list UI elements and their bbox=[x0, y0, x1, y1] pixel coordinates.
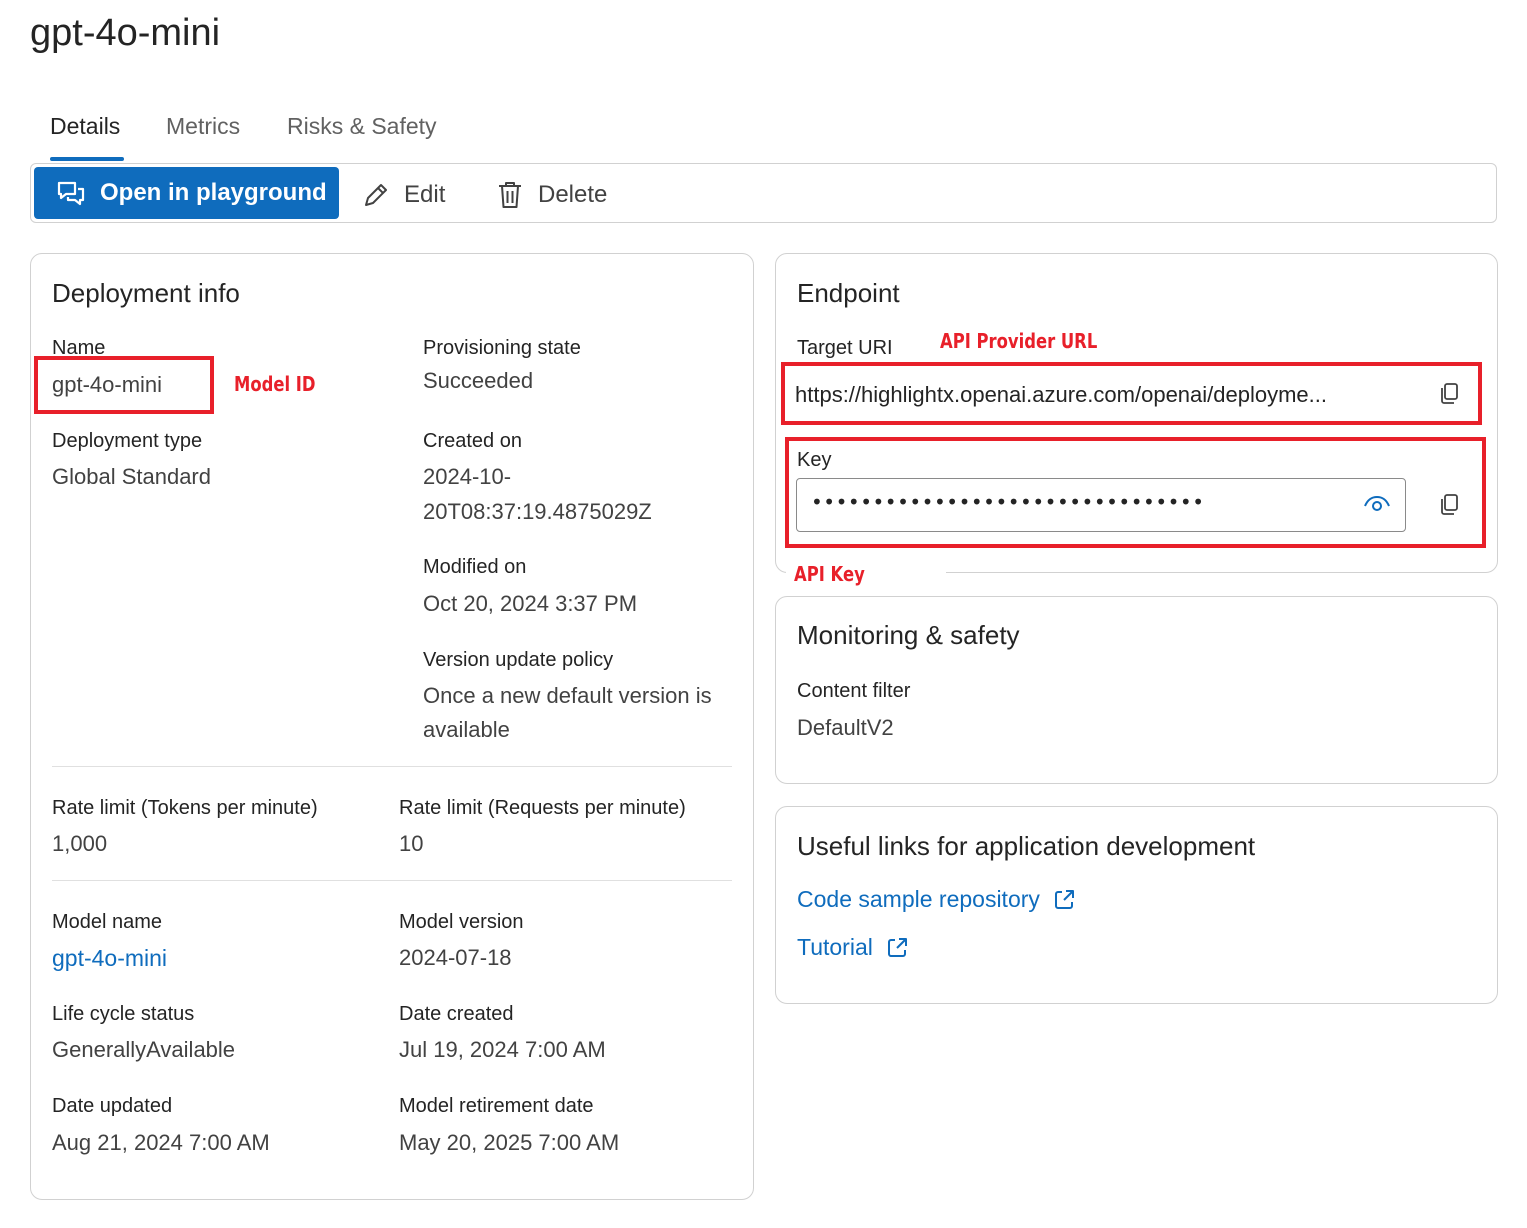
model-version-label: Model version bbox=[399, 911, 524, 933]
chat-icon bbox=[56, 180, 100, 206]
date-created-value: Jul 19, 2024 7:00 AM bbox=[399, 1037, 606, 1062]
open-in-playground-button[interactable]: Open in playground bbox=[34, 167, 339, 219]
page-title: gpt-4o-mini bbox=[30, 12, 221, 54]
target-uri-label: Target URI bbox=[797, 337, 893, 359]
date-created-label: Date created bbox=[399, 1003, 514, 1025]
model-version-value: 2024-07-18 bbox=[399, 945, 512, 970]
tpm-label: Rate limit (Tokens per minute) bbox=[52, 797, 318, 819]
deployment-type-value: Global Standard bbox=[52, 464, 211, 489]
lifecycle-status-label: Life cycle status bbox=[52, 1003, 195, 1025]
tab-details[interactable]: Details bbox=[50, 113, 120, 140]
useful-links-title: Useful links for application development bbox=[797, 831, 1256, 861]
monitoring-title: Monitoring & safety bbox=[797, 620, 1020, 650]
code-sample-link[interactable]: Code sample repository bbox=[797, 886, 1076, 913]
edit-label: Edit bbox=[404, 181, 446, 208]
lifecycle-status-value: GenerallyAvailable bbox=[52, 1037, 236, 1062]
deployment-type-label: Deployment type bbox=[52, 430, 203, 452]
tpm-value: 1,000 bbox=[52, 831, 108, 856]
content-filter-label: Content filter bbox=[797, 680, 911, 702]
tab-metrics[interactable]: Metrics bbox=[166, 113, 240, 140]
copy-icon bbox=[1439, 382, 1461, 406]
copy-icon bbox=[1439, 493, 1461, 517]
created-on-label: Created on bbox=[423, 430, 522, 452]
copy-uri-button[interactable] bbox=[1434, 378, 1466, 410]
version-update-policy-value-line2: available bbox=[423, 717, 510, 742]
retirement-date-label: Model retirement date bbox=[399, 1095, 594, 1117]
active-tab-indicator bbox=[50, 157, 124, 161]
date-updated-label: Date updated bbox=[52, 1095, 173, 1117]
key-label: Key bbox=[797, 449, 832, 471]
retirement-date-value: May 20, 2025 7:00 AM bbox=[399, 1130, 620, 1155]
deployment-info-title: Deployment info bbox=[52, 278, 240, 308]
eye-icon bbox=[1363, 494, 1391, 514]
divider bbox=[52, 880, 732, 881]
delete-button[interactable]: Delete bbox=[496, 175, 607, 215]
date-updated-value: Aug 21, 2024 7:00 AM bbox=[52, 1130, 270, 1155]
provisioning-state-label: Provisioning state bbox=[423, 337, 581, 359]
trash-icon bbox=[496, 180, 538, 210]
model-id-highlight bbox=[34, 356, 214, 414]
delete-label: Delete bbox=[538, 181, 608, 208]
version-update-policy-label: Version update policy bbox=[423, 649, 614, 671]
pencil-icon bbox=[362, 181, 404, 209]
provisioning-state-value: Succeeded bbox=[423, 368, 534, 393]
version-update-policy-value-line1: Once a new default version is bbox=[423, 683, 712, 708]
modified-on-value: Oct 20, 2024 3:37 PM bbox=[423, 591, 638, 616]
target-uri-value: https://highlightx.openai.azure.com/open… bbox=[795, 382, 1327, 407]
code-sample-label: Code sample repository bbox=[797, 886, 1040, 912]
modified-on-label: Modified on bbox=[423, 556, 527, 578]
divider bbox=[52, 766, 732, 767]
model-id-annotation: Model ID bbox=[234, 372, 316, 396]
rpm-value: 10 bbox=[399, 831, 424, 856]
model-name-link[interactable]: gpt-4o-mini bbox=[52, 941, 167, 975]
copy-key-button[interactable] bbox=[1434, 489, 1466, 521]
external-link-icon bbox=[885, 936, 909, 960]
model-name-label: Model name bbox=[52, 911, 163, 933]
endpoint-title: Endpoint bbox=[797, 278, 900, 308]
show-key-button[interactable] bbox=[1360, 489, 1394, 519]
created-on-value-line1: 2024-10- bbox=[423, 464, 512, 489]
api-provider-url-annotation: API Provider URL bbox=[940, 329, 1098, 353]
open-in-playground-label: Open in playground bbox=[100, 179, 327, 206]
tab-risks-safety[interactable]: Risks & Safety bbox=[287, 113, 437, 140]
created-on-value-line2: 20T08:37:19.4875029Z bbox=[423, 499, 652, 524]
content-filter-value: DefaultV2 bbox=[797, 715, 894, 740]
key-value: •••••••••••••••••••••••••••••••• bbox=[811, 490, 1205, 514]
tutorial-label: Tutorial bbox=[797, 934, 873, 960]
api-key-annotation: API Key bbox=[794, 562, 865, 586]
external-link-icon bbox=[1052, 888, 1076, 912]
tutorial-link[interactable]: Tutorial bbox=[797, 934, 909, 961]
rpm-label: Rate limit (Requests per minute) bbox=[399, 797, 686, 819]
edit-button[interactable]: Edit bbox=[362, 175, 445, 215]
